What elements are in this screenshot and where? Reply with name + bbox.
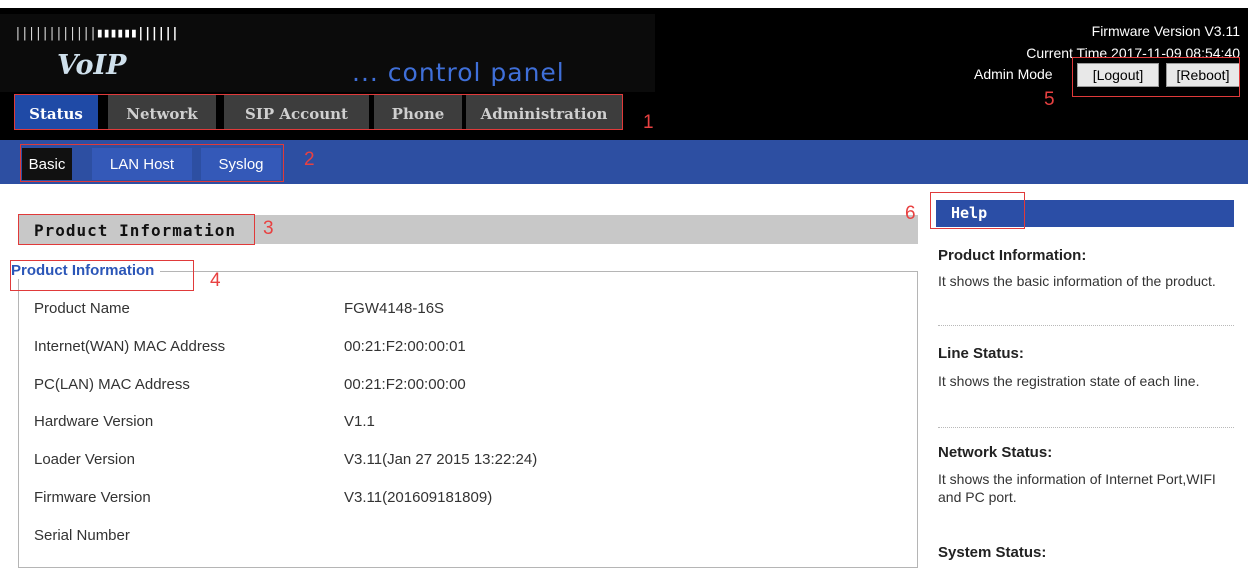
row-value-loader-version: V3.11(Jan 27 2015 13:22:24) [344,451,538,468]
firmware-version: Firmware Version V3.11 [1091,23,1240,39]
row-label-serial-number: Serial Number [34,527,130,544]
help-item-text: It shows the registration state of each … [938,373,1200,389]
annotation-number: 2 [304,149,315,170]
help-divider [938,325,1234,326]
row-value-hardware-version: V1.1 [344,413,375,430]
row-label-loader-version: Loader Version [34,451,135,468]
row-label-lan-mac: PC(LAN) MAC Address [34,376,190,393]
top-margin [0,0,1248,8]
tagline: ... control panel [352,58,565,87]
row-label-firmware-version: Firmware Version [34,489,151,506]
annotation-box-legend [10,260,194,291]
annotation-box-section-title [18,214,255,245]
annotation-box-help [930,192,1025,229]
annotation-number: 5 [1044,89,1055,110]
row-value-product-name: FGW4148-16S [344,300,445,317]
row-label-wan-mac: Internet(WAN) MAC Address [34,338,226,355]
annotation-box-admin-buttons [1072,57,1240,97]
help-item-text: It shows the information of Internet Por… [938,471,1216,505]
annotation-number: 1 [643,112,654,133]
help-item-title: System Status: [938,544,1047,561]
help-item-text: It shows the basic information of the pr… [938,273,1216,289]
row-label-product-name: Product Name [34,300,130,317]
annotation-box-tabs [14,94,623,130]
logo-dots: ||||||||||||▮▮▮▮▮▮|||||| [14,26,179,41]
annotation-number: 4 [210,270,221,291]
row-value-firmware-version: V3.11(201609181809) [344,489,493,506]
annotation-number: 3 [263,218,274,239]
row-label-hardware-version: Hardware Version [34,413,154,430]
help-item-title: Network Status: [938,444,1053,461]
help-divider [938,427,1234,428]
help-item-title: Product Information: [938,247,1087,264]
row-value-lan-mac: 00:21:F2:00:00:00 [344,376,466,393]
brand-logo: VoIP [57,50,127,81]
annotation-box-subtabs [20,144,284,182]
admin-mode-label: Admin Mode [974,66,1053,82]
row-value-wan-mac: 00:21:F2:00:00:01 [344,338,466,355]
annotation-number: 6 [905,203,916,224]
help-item-title: Line Status: [938,345,1024,362]
